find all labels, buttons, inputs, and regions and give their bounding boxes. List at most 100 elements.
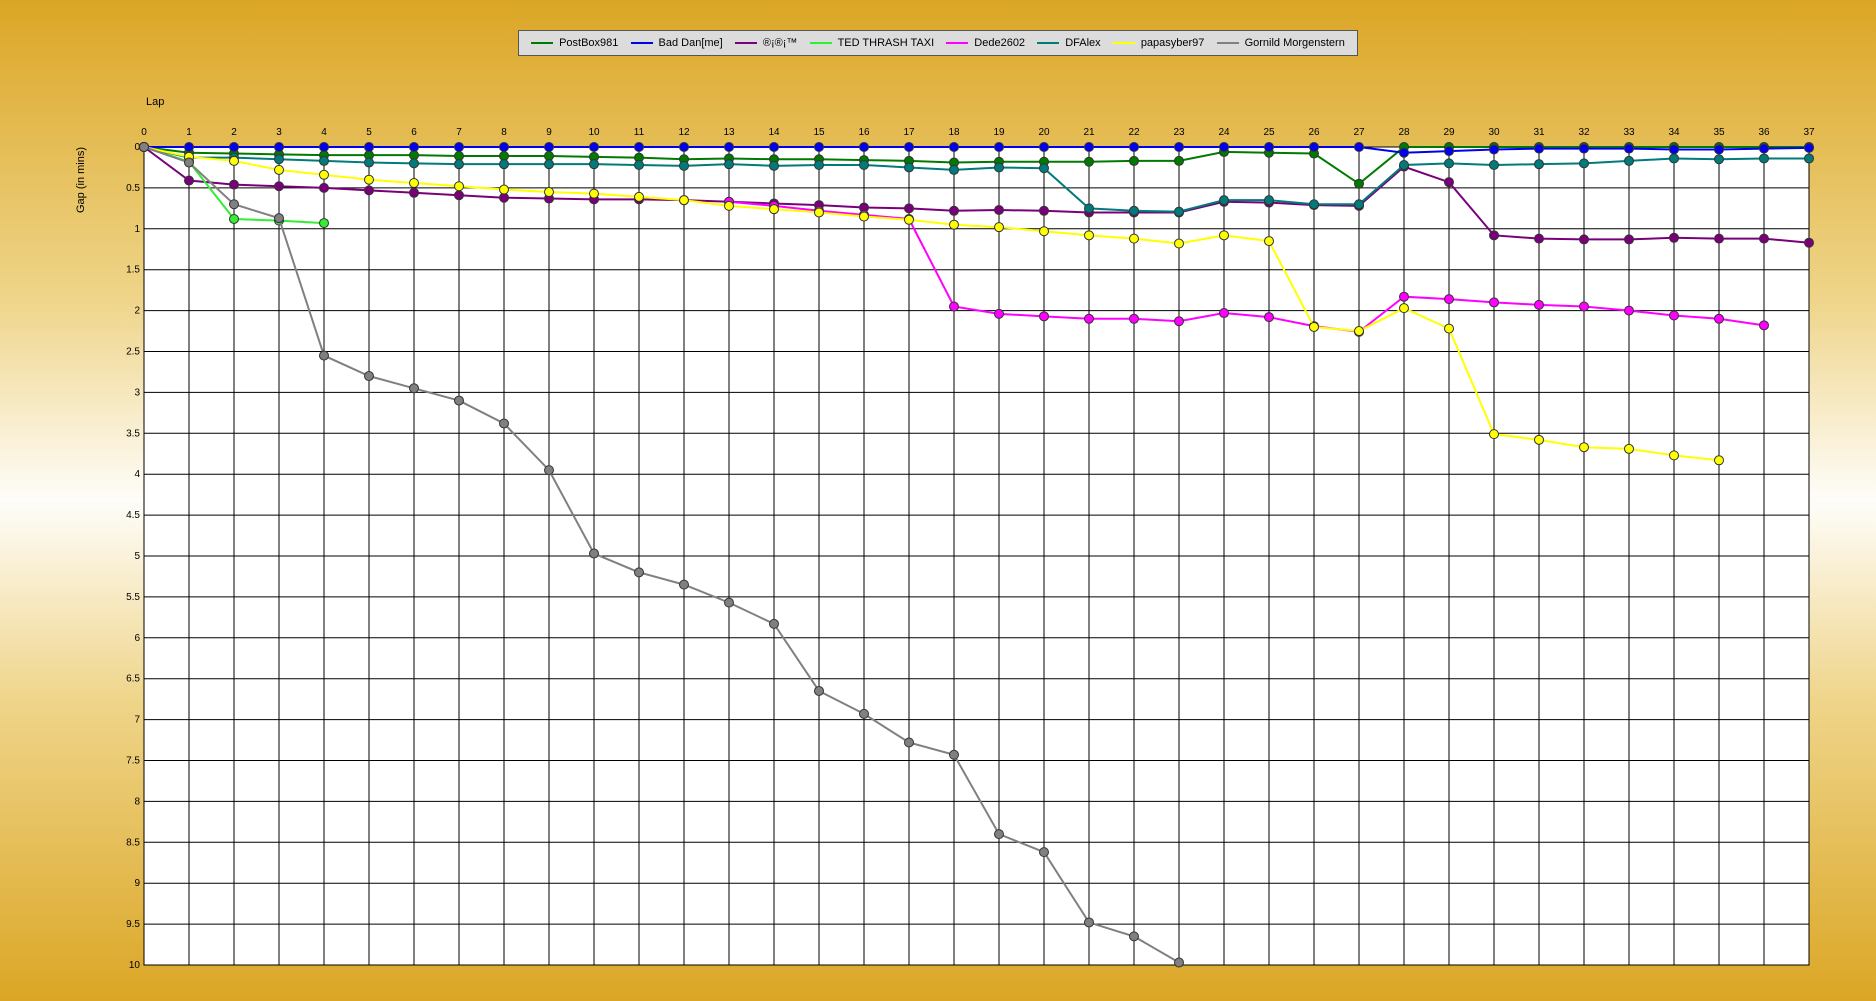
x-tick-label: 20 — [1038, 127, 1050, 138]
data-point — [1624, 305, 1634, 316]
data-point — [544, 186, 554, 197]
data-point — [409, 187, 419, 198]
y-tick-label: 9.5 — [126, 919, 140, 930]
data-point — [1669, 153, 1679, 164]
data-point — [1714, 154, 1724, 165]
data-point — [1354, 142, 1364, 152]
data-point — [1039, 142, 1049, 152]
data-point — [454, 142, 464, 152]
data-point — [949, 205, 959, 216]
x-tick-label: 7 — [456, 127, 462, 138]
data-point — [1129, 142, 1139, 152]
x-tick-label: 21 — [1083, 127, 1095, 138]
data-point — [859, 142, 869, 152]
data-point — [814, 142, 824, 152]
data-point — [1129, 233, 1139, 244]
data-point — [904, 142, 914, 152]
data-point — [1219, 308, 1229, 319]
y-tick-label: 10 — [129, 960, 141, 971]
data-point — [499, 150, 509, 161]
x-tick-label: 17 — [903, 127, 915, 138]
data-point — [1174, 206, 1184, 217]
x-tick-label: 33 — [1623, 127, 1635, 138]
data-point — [904, 162, 914, 173]
data-point — [274, 164, 284, 175]
data-point — [1084, 142, 1094, 152]
x-tick-label: 35 — [1713, 127, 1725, 138]
data-point — [1129, 931, 1139, 942]
data-point — [319, 182, 329, 193]
x-tick-label: 1 — [186, 127, 192, 138]
x-tick-label: 23 — [1173, 127, 1185, 138]
data-point — [949, 164, 959, 175]
data-point — [499, 142, 509, 152]
x-tick-label: 29 — [1443, 127, 1455, 138]
data-point — [229, 179, 239, 190]
data-point — [1174, 155, 1184, 166]
data-point — [139, 142, 149, 152]
y-tick-label: 4 — [134, 469, 140, 480]
x-tick-label: 36 — [1758, 127, 1770, 138]
data-point — [994, 222, 1004, 233]
data-point — [1669, 144, 1679, 155]
y-tick-label: 5.5 — [126, 592, 140, 603]
data-point — [1264, 142, 1274, 152]
data-point — [229, 199, 239, 210]
data-point — [1489, 230, 1499, 241]
y-tick-label: 3 — [134, 387, 140, 398]
data-point — [949, 142, 959, 152]
data-point — [1444, 177, 1454, 188]
y-tick-label: 2.5 — [126, 347, 140, 358]
data-point — [949, 749, 959, 760]
y-tick-label: 4.5 — [126, 510, 140, 521]
data-point — [1579, 158, 1589, 169]
data-point — [274, 142, 284, 152]
data-point — [1309, 142, 1319, 152]
data-point — [994, 308, 1004, 319]
data-point — [1489, 429, 1499, 440]
data-point — [994, 204, 1004, 215]
data-point — [1264, 195, 1274, 206]
data-point — [1579, 234, 1589, 245]
y-tick-label: 1.5 — [126, 265, 140, 276]
data-point — [769, 142, 779, 152]
data-point — [1444, 294, 1454, 305]
data-point — [1264, 236, 1274, 247]
data-point — [1759, 143, 1769, 154]
data-point — [409, 158, 419, 169]
data-point — [634, 567, 644, 578]
x-tick-label: 12 — [678, 127, 690, 138]
x-tick-label: 4 — [321, 127, 327, 138]
data-point — [1444, 146, 1454, 157]
data-point — [1624, 443, 1634, 454]
x-tick-label: 13 — [723, 127, 735, 138]
data-point — [499, 159, 509, 170]
data-point — [1354, 178, 1364, 189]
data-point — [769, 204, 779, 215]
data-point — [1174, 142, 1184, 152]
data-point — [1039, 311, 1049, 322]
data-point — [1039, 847, 1049, 858]
data-point — [679, 142, 689, 152]
data-point — [994, 142, 1004, 152]
x-tick-label: 27 — [1353, 127, 1365, 138]
data-point — [1669, 232, 1679, 243]
data-point — [1579, 442, 1589, 453]
data-point — [454, 150, 464, 161]
lap-gap-chart: 0 1 2 3 4 5 6 7 8 9 10 11 12 13 14 15 16 17 18 19 20 21 22 23 24… — [75, 96, 1815, 971]
data-point — [994, 829, 1004, 840]
data-point — [724, 159, 734, 170]
data-point — [319, 169, 329, 180]
x-tick-label: 5 — [366, 127, 372, 138]
data-point — [994, 162, 1004, 173]
x-tick-label: 34 — [1668, 127, 1680, 138]
x-axis-label: Lap — [146, 96, 164, 108]
data-point — [1714, 455, 1724, 466]
x-tick-label: 10 — [588, 127, 600, 138]
data-point — [1759, 233, 1769, 244]
data-point — [409, 177, 419, 188]
y-tick-label: 5 — [134, 551, 140, 562]
data-point — [274, 181, 284, 192]
data-point — [769, 160, 779, 171]
data-point — [1534, 233, 1544, 244]
